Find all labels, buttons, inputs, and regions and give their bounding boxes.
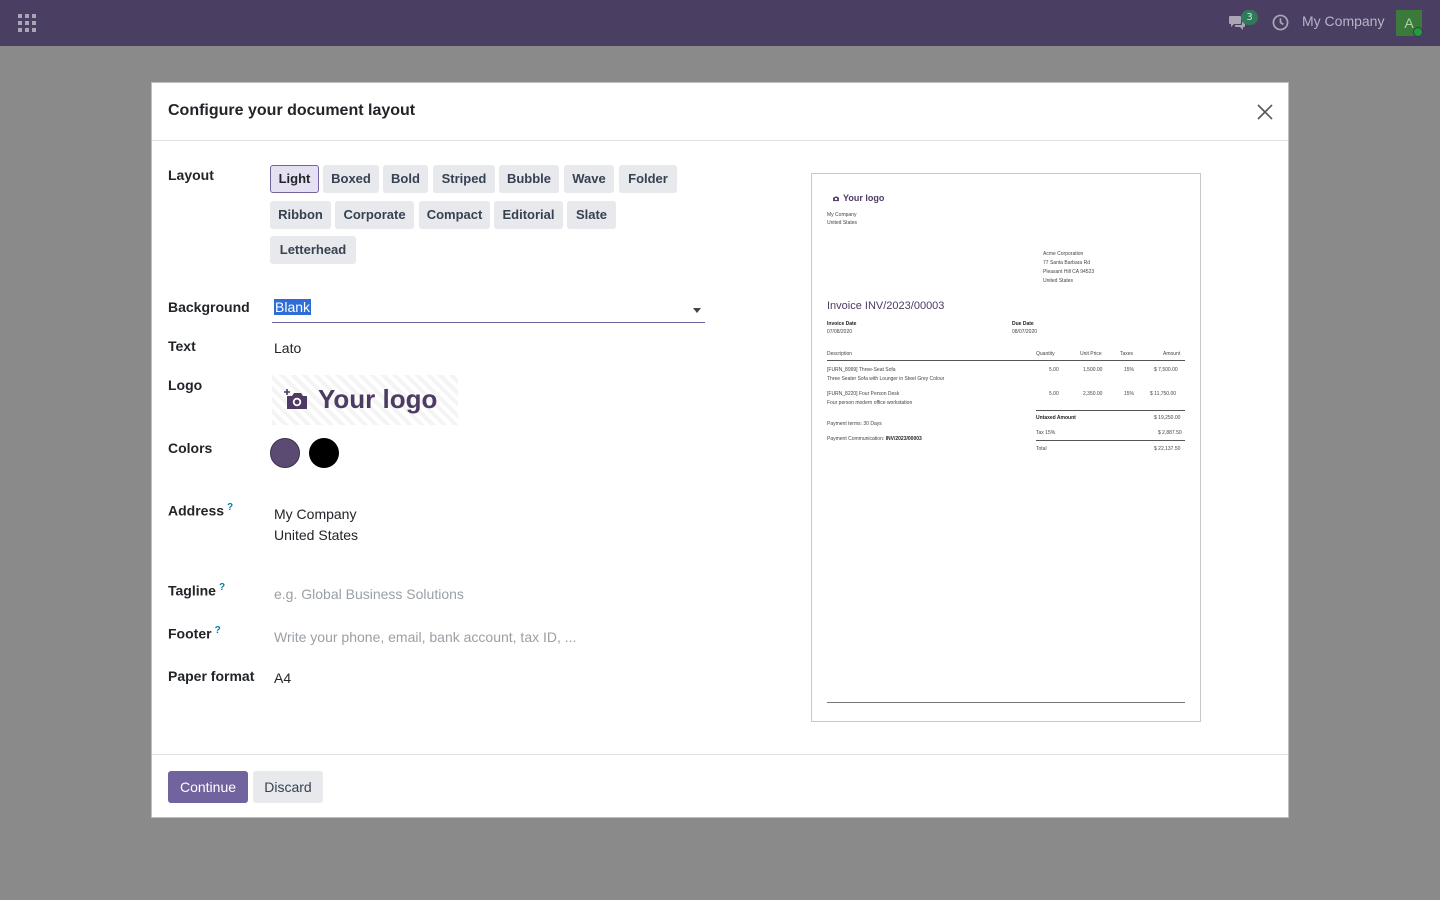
preview-invoice-date-label: Invoice Date: [827, 321, 857, 327]
layout-option-bold[interactable]: Bold: [383, 165, 428, 193]
preview-col-header: Amount: [1163, 351, 1181, 357]
paper-format-select[interactable]: A4: [274, 670, 291, 686]
preview-logo-text: Your logo: [843, 193, 885, 203]
preview-divider: [1036, 410, 1185, 411]
preview-footer-line: [827, 702, 1185, 703]
layout-option-wave[interactable]: Wave: [564, 165, 614, 193]
preview-payment-terms: Payment terms: 30 Days: [827, 421, 882, 427]
company-switcher[interactable]: My Company: [1302, 13, 1384, 29]
preview-due-date: 08/07/2020: [1012, 329, 1038, 335]
background-select[interactable]: Blank: [272, 296, 705, 323]
dialog-header: Configure your document layout: [152, 83, 1288, 141]
preview-customer-line: Acme Corporation: [1043, 251, 1084, 257]
layout-option-folder[interactable]: Folder: [619, 165, 677, 193]
tagline-input[interactable]: e.g. Global Business Solutions: [274, 586, 464, 602]
preview-tax-value: $ 2,887.50: [1158, 430, 1182, 436]
preview-row-amount: $ 7,500.00: [1154, 367, 1178, 373]
preview-invoice-title: Invoice INV/2023/00003: [827, 300, 945, 312]
preview-total-value: $ 22,137.50: [1154, 446, 1181, 452]
apps-menu-icon[interactable]: [18, 14, 36, 32]
preview-row-price: 2,350.00: [1083, 391, 1103, 397]
chevron-down-icon: [693, 308, 701, 313]
dialog-title: Configure your document layout: [168, 102, 416, 119]
preview-customer-line: United States: [1043, 278, 1074, 284]
background-value: Blank: [274, 299, 312, 315]
preview-payment-comm: Payment Communication: INV/2023/00003: [827, 436, 922, 442]
preview-col-header: Description: [827, 351, 853, 357]
camera-icon: [284, 389, 307, 409]
address-line-1[interactable]: My Company: [274, 506, 356, 522]
preview-untaxed-value: $ 19,250.00: [1154, 415, 1181, 421]
layout-option-slate[interactable]: Slate: [567, 201, 616, 229]
preview-row-desc: [FURN_8220] Four Person Desk: [827, 391, 900, 397]
preview-row-desc: Three Seater Sofa with Lounger in Steel …: [827, 376, 945, 382]
layout-option-editorial[interactable]: Editorial: [494, 201, 563, 229]
preview-row-tax: 15%: [1124, 391, 1135, 397]
close-icon[interactable]: [1256, 103, 1274, 121]
background-label: Background: [168, 299, 250, 315]
document-preview: Your logo My Company United States Acme …: [811, 173, 1201, 722]
paper-format-label: Paper format: [168, 668, 255, 684]
layout-option-light[interactable]: Light: [270, 165, 319, 193]
preview-company-line: My Company: [827, 212, 857, 218]
camera-icon: [833, 196, 839, 202]
help-icon[interactable]: ?: [215, 625, 221, 636]
logo-label: Logo: [168, 377, 203, 393]
footer-input[interactable]: Write your phone, email, bank account, t…: [274, 629, 576, 645]
preview-due-date-label: Due Date: [1012, 321, 1034, 327]
preview-row-desc: Four person modern office workstation: [827, 400, 913, 406]
footer-label: Footer?: [168, 625, 221, 642]
address-line-2[interactable]: United States: [274, 527, 358, 543]
layout-option-bubble[interactable]: Bubble: [499, 165, 559, 193]
preview-row-qty: 5.00: [1049, 391, 1059, 397]
preview-customer-line: 77 Santa Barbara Rd: [1043, 260, 1090, 266]
online-status-icon: [1413, 27, 1423, 37]
discard-button[interactable]: Discard: [253, 771, 323, 803]
layout-option-boxed[interactable]: Boxed: [323, 165, 379, 193]
font-select[interactable]: Lato: [274, 340, 301, 356]
layout-option-striped[interactable]: Striped: [433, 165, 495, 193]
colors-label: Colors: [168, 440, 213, 456]
layout-option-ribbon[interactable]: Ribbon: [270, 201, 331, 229]
preview-row-price: 1,500.00: [1083, 367, 1103, 373]
tagline-label: Tagline?: [168, 582, 226, 599]
document-layout-dialog: Configure your document layout Layout Li…: [151, 82, 1289, 818]
preview-row-amount: $ 11,750.00: [1150, 391, 1177, 397]
chat-count-badge: 3: [1241, 10, 1258, 25]
logo-text: Your logo: [318, 384, 438, 414]
preview-row-qty: 5.00: [1049, 367, 1059, 373]
layout-option-corporate[interactable]: Corporate: [335, 201, 414, 229]
layout-label: Layout: [168, 167, 214, 183]
preview-divider: [827, 360, 1185, 361]
logo-upload[interactable]: Your logo: [272, 375, 458, 425]
preview-company-line: United States: [827, 220, 858, 226]
preview-invoice-date: 07/08/2020: [827, 329, 853, 335]
preview-col-header: Taxes: [1120, 351, 1134, 357]
preview-total-label: Total: [1036, 446, 1047, 452]
preview-divider: [1036, 440, 1185, 441]
preview-untaxed-label: Untaxed Amount: [1036, 415, 1076, 421]
help-icon[interactable]: ?: [227, 502, 233, 513]
preview-customer-line: Pleasant Hill CA 94523: [1043, 269, 1095, 275]
layout-option-letterhead[interactable]: Letterhead: [270, 236, 356, 264]
secondary-color-swatch[interactable]: [309, 438, 339, 468]
help-icon[interactable]: ?: [219, 582, 225, 593]
address-label: Address?: [168, 502, 234, 519]
preview-tax-label: Tax 15%: [1036, 430, 1056, 436]
top-navbar: 3 My Company A: [0, 0, 1440, 46]
preview-col-header: Quantity: [1036, 351, 1055, 357]
preview-row-desc: [FURN_8999] Three-Seat Sofa: [827, 367, 896, 373]
text-label: Text: [168, 338, 196, 354]
continue-button[interactable]: Continue: [168, 771, 248, 803]
preview-row-tax: 15%: [1124, 367, 1135, 373]
dialog-footer: Continue Discard: [152, 754, 1288, 818]
layout-option-compact[interactable]: Compact: [419, 201, 490, 229]
clock-icon[interactable]: [1272, 14, 1289, 31]
preview-col-header: Unit Price: [1080, 351, 1102, 357]
primary-color-swatch[interactable]: [270, 438, 300, 468]
